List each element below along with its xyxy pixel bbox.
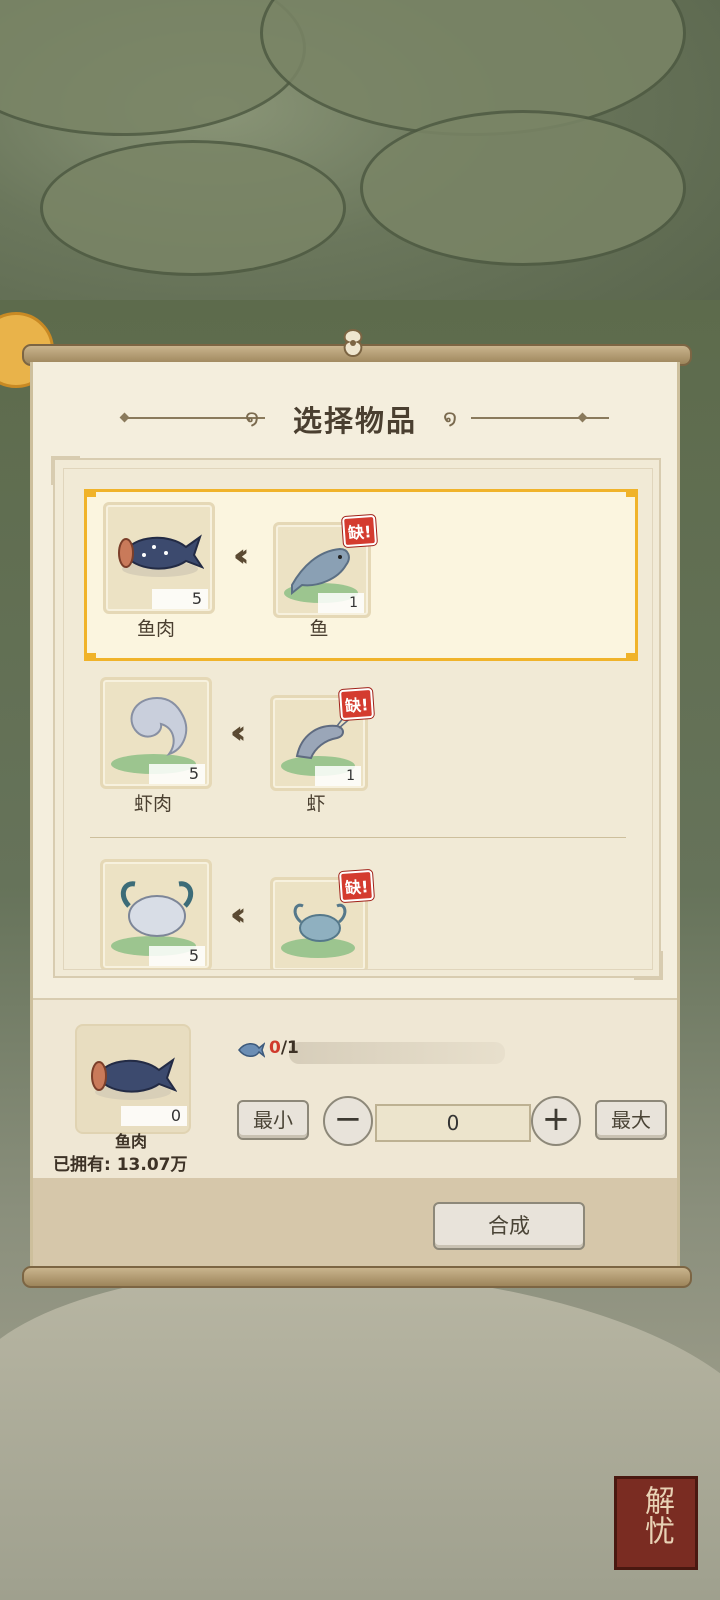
fish-meat-icon [118, 534, 204, 577]
max-quantity-button[interactable]: 最大 [595, 1100, 667, 1140]
chevron-left-icon: ‹‹ [233, 536, 250, 574]
swirl-icon: ໑ [443, 406, 458, 431]
selection-corner [84, 489, 96, 497]
craft-button[interactable]: 合成 [433, 1202, 585, 1250]
crab-meat-icon [120, 881, 194, 937]
lack-badge: 缺! [338, 687, 375, 721]
recipe-list-frame: 5 鱼肉 ‹‹ 1 缺! 鱼 5 虾肉 ‹‹ 1 缺! 虾 5 ‹‹ 缺! [51, 456, 663, 980]
list-divider [90, 837, 626, 838]
progress-need: /1 [280, 1038, 299, 1058]
item-count: 5 [149, 946, 205, 966]
dialog-footer: 合成 [33, 1178, 677, 1270]
item-count: 1 [315, 766, 361, 786]
output-item-slot[interactable]: 5 [100, 677, 212, 789]
selected-item-slot: 0 [75, 1024, 191, 1134]
corner-seal[interactable]: 解忧 [614, 1476, 698, 1570]
fish-icon [291, 547, 350, 595]
ornament-line [471, 417, 609, 419]
dialog-title-row: ໑ 选择物品 ໑ [33, 398, 677, 438]
selection-corner [84, 653, 96, 661]
recipe-row-crab-meat[interactable]: 5 ‹‹ 缺! [84, 847, 632, 969]
material-progress-bar [289, 1042, 505, 1064]
selected-item-name: 鱼肉 [114, 1132, 147, 1151]
output-item-name: 虾肉 [133, 793, 172, 815]
scroll-knot-icon [343, 328, 363, 358]
item-count: 5 [149, 764, 205, 784]
crab-icon [293, 903, 347, 942]
input-item-name: 虾 [306, 793, 326, 815]
quantity-input[interactable]: 0 [375, 1104, 531, 1142]
recipe-row-fish-meat[interactable]: 5 鱼肉 ‹‹ 1 缺! 鱼 [84, 489, 638, 661]
recipe-list[interactable]: 5 鱼肉 ‹‹ 1 缺! 鱼 5 虾肉 ‹‹ 1 缺! 虾 5 ‹‹ 缺! [63, 468, 653, 970]
fish-icon [238, 1042, 265, 1058]
select-item-dialog: ໑ 选择物品 ໑ 5 鱼肉 ‹‹ 1 缺! 鱼 5 虾肉 ‹‹ 1 缺! 虾 5… [30, 362, 680, 1270]
craft-control-panel: 0 鱼肉 已拥有: 13.07万 0/1 最小 − 0 + 最大 [33, 998, 677, 1180]
output-item-slot[interactable]: 5 [103, 502, 215, 614]
decrease-button[interactable]: − [323, 1096, 373, 1146]
corner-seal-text: 解忧 [639, 1485, 674, 1545]
output-item-name: 鱼肉 [136, 618, 175, 640]
scroll-bottom-rod [22, 1266, 692, 1288]
cloud [360, 110, 686, 266]
selection-corner [626, 489, 638, 497]
chevron-left-icon: ‹‹ [230, 713, 247, 751]
recipe-row-shrimp-meat[interactable]: 5 虾肉 ‹‹ 1 缺! 虾 [84, 665, 632, 831]
output-item-slot[interactable]: 5 [100, 859, 212, 969]
increase-button[interactable]: + [531, 1096, 581, 1146]
fish-meat-icon [91, 1057, 177, 1100]
river [0, 1270, 720, 1600]
owned-amount: 已拥有: 13.07万 [53, 1155, 188, 1175]
selected-item-count: 0 [121, 1106, 187, 1126]
progress-have: 0 [269, 1038, 281, 1058]
min-quantity-button[interactable]: 最小 [237, 1100, 309, 1140]
lack-badge: 缺! [338, 869, 375, 903]
shrimp-meat-icon [130, 696, 188, 756]
cloud [40, 140, 346, 276]
input-item-name: 鱼 [309, 618, 329, 640]
chevron-left-icon: ‹‹ [230, 895, 247, 933]
material-progress: 0/1 [269, 1038, 299, 1058]
selection-corner [626, 653, 638, 661]
lack-badge: 缺! [341, 514, 378, 548]
item-count: 5 [152, 589, 208, 609]
item-count: 1 [318, 593, 364, 613]
